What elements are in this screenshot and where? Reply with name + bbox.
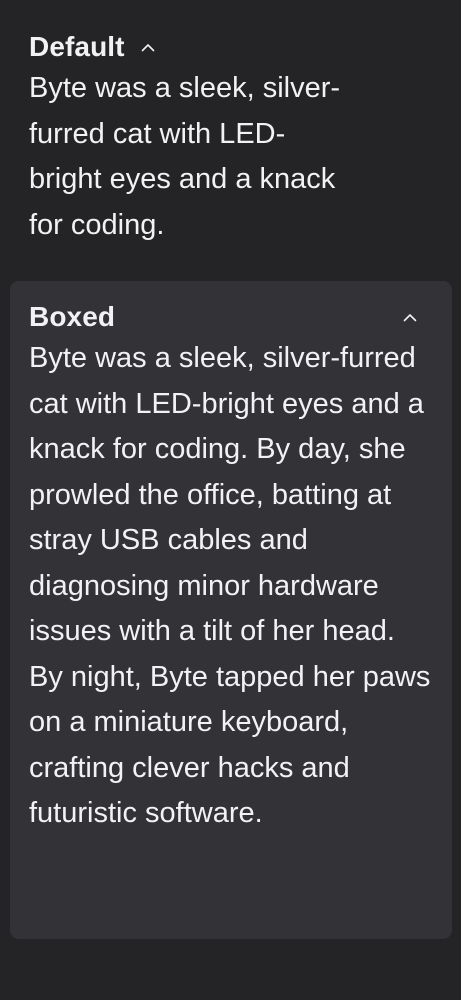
default-accordion: Default Byte was a sleek, silver-furred …	[29, 26, 449, 248]
default-accordion-body: Byte was a sleek, silver-furred cat with…	[29, 72, 341, 241]
chevron-up-icon[interactable]	[139, 38, 157, 56]
default-accordion-header[interactable]: Default	[29, 26, 449, 68]
boxed-accordion-body: Byte was a sleek, silver-furred cat with…	[29, 342, 431, 829]
boxed-accordion-title: Boxed	[29, 301, 116, 332]
chevron-up-icon[interactable]	[401, 308, 419, 326]
boxed-accordion-header[interactable]: Boxed	[29, 296, 441, 338]
boxed-accordion: Boxed Byte was a sleek, silver-furred ca…	[10, 281, 452, 939]
default-accordion-title: Default	[29, 31, 125, 62]
